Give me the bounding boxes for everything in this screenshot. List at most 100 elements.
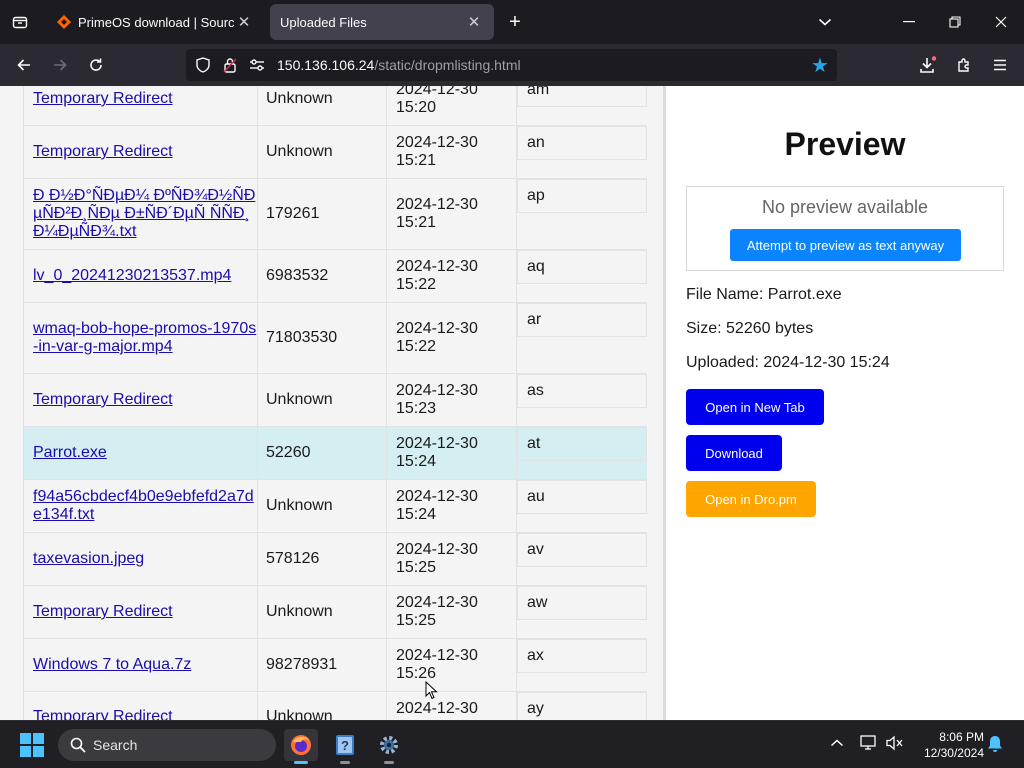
file-label: am [517,86,647,125]
new-tab-icon[interactable]: + [502,9,528,35]
table-row[interactable]: Temporary Redirect Unknown 2024-12-30 15:… [23,86,647,126]
insecure-lock-icon[interactable] [221,56,239,74]
downloads-icon[interactable] [913,50,943,80]
file-link[interactable]: Windows 7 to Aqua.7z [33,656,191,674]
permissions-icon[interactable] [248,56,266,74]
help-app-taskbar-icon[interactable]: ? [328,729,362,764]
network-icon[interactable] [860,735,878,754]
close-tab-icon[interactable]: ✕ [464,12,484,32]
chevron-up-icon[interactable] [830,735,844,751]
table-row[interactable]: f94a56cbdecf4b0e9ebfefd2a7de134f.txt Unk… [23,480,647,533]
time-text: 15:26 [396,665,437,682]
time-text: 15:22 [396,276,437,293]
table-row[interactable]: Temporary Redirect Unknown 2024-12-30 15:… [23,374,647,427]
bookmark-star-icon[interactable]: ★ [809,54,831,77]
label-box [517,86,647,107]
file-link[interactable]: taxevasion.jpeg [33,550,144,568]
open-new-tab-button[interactable]: Open in New Tab [686,389,824,425]
back-arrow-icon[interactable] [9,50,39,80]
search-placeholder: Search [93,737,138,753]
menu-icon[interactable] [985,50,1015,80]
table-row-selected[interactable]: Parrot.exe 52260 2024-12-30 15:24 at [23,427,647,480]
preview-heading: Preview [784,126,906,162]
file-size: 71803530 [258,303,387,373]
table-row[interactable]: Temporary Redirect Unknown 2024-12-30 15:… [23,126,647,179]
tab-primeos-sourceforge[interactable]: PrimeOS download | SourceForge ✕ [46,4,264,40]
time-text: 15:25 [396,612,437,629]
reload-icon[interactable] [81,50,111,80]
time-text: 15:23 [396,400,437,417]
close-tab-icon[interactable]: ✕ [234,12,254,32]
extensions-icon[interactable] [949,50,979,80]
upload-date-info: Uploaded: 2024-12-30 15:24 [686,354,890,371]
table-row[interactable]: Temporary Redirect Unknown 2024-12-30 ay [23,692,647,720]
file-link[interactable]: Temporary Redirect [33,143,173,161]
download-button[interactable]: Download [686,435,782,471]
date-text: 2024-12-30 [396,647,478,664]
file-link[interactable]: f94a56cbdecf4b0e9ebfefd2a7de134f.txt [33,488,257,524]
file-size: 52260 [258,427,387,479]
label-box [517,639,647,673]
mouse-cursor-icon [425,681,438,700]
minimize-icon[interactable] [886,0,932,44]
file-label: au [517,480,647,532]
preview-as-text-button[interactable]: Attempt to preview as text anyway [730,229,961,261]
date-text: 2024-12-30 [396,700,478,717]
file-link[interactable]: lv_0_20241230213537.mp4 [33,267,231,285]
table-row[interactable]: Windows 7 to Aqua.7z 98278931 2024-12-30… [23,639,647,692]
upload-date: 2024-12-30 15:24 [387,427,517,479]
settings-gear-taskbar-icon[interactable] [372,729,406,764]
file-link[interactable]: Parrot.exe [33,444,107,462]
taskbar-search-box[interactable]: Search [58,729,276,761]
table-row[interactable]: lv_0_20241230213537.mp4 6983532 2024-12-… [23,250,647,303]
table-row[interactable]: Temporary Redirect Unknown 2024-12-30 15:… [23,586,647,639]
file-label: ay [517,692,647,720]
volume-muted-icon[interactable] [886,735,904,754]
file-name-cell: lv_0_20241230213537.mp4 [23,250,258,302]
table-row[interactable]: wmaq-bob-hope-promos-1970s-in-var-g-majo… [23,303,647,374]
tab-manager-icon[interactable] [6,8,34,36]
firefox-taskbar-icon[interactable] [284,729,318,764]
file-link[interactable]: Ð Ð½Ð°ÑÐµÐ¼ ÐºÑÐ¾Ð½ÑÐµÑÐ²Ð¸ÑÐµ Ð±ÑÐ´ÐµÑ … [33,187,257,241]
forward-arrow-icon[interactable] [45,50,75,80]
file-label: ax [517,639,647,691]
clock-date: 12/30/2024 [923,746,984,760]
search-icon [68,735,88,755]
label-box [517,179,647,213]
chevron-down-icon[interactable] [812,9,838,35]
pane-divider[interactable] [663,86,666,720]
file-link[interactable]: Temporary Redirect [33,391,173,409]
url-text[interactable]: 150.136.106.24/static/dropmlisting.html [277,57,521,73]
file-link[interactable]: Temporary Redirect [33,603,173,621]
close-window-icon[interactable] [978,0,1024,44]
time-text: 15:20 [396,99,437,116]
file-link[interactable]: Temporary Redirect [33,708,173,720]
date-text: 2024-12-30 [396,382,478,399]
restore-icon[interactable] [932,0,978,44]
file-label: aw [517,586,647,638]
upload-date: 2024-12-30 15:23 [387,374,517,426]
file-name-cell: taxevasion.jpeg [23,533,258,585]
file-link[interactable]: wmaq-bob-hope-promos-1970s-in-var-g-majo… [33,320,257,356]
notification-bell-icon[interactable] [987,735,1005,753]
windows-start-icon[interactable] [20,733,44,757]
label-box [517,427,647,461]
file-list-pane[interactable]: Temporary Redirect Unknown 2024-12-30 15:… [0,86,663,720]
tab-uploaded-files[interactable]: Uploaded Files ✕ [270,4,494,40]
table-row[interactable]: Ð Ð½Ð°ÑÐµÐ¼ ÐºÑÐ¾Ð½ÑÐµÑÐ²Ð¸ÑÐµ Ð±ÑÐ´ÐµÑ … [23,179,647,250]
label-box [517,374,647,408]
table-row[interactable]: taxevasion.jpeg 578126 2024-12-30 15:25 a… [23,533,647,586]
navigation-toolbar: 150.136.106.24/static/dropmlisting.html … [0,44,1024,86]
time-text: 15:25 [396,559,437,576]
file-table: Temporary Redirect Unknown 2024-12-30 15:… [23,86,647,720]
label-box [517,250,647,284]
label-box [517,586,647,620]
open-dropm-button[interactable]: Open in Dro.pm [686,481,816,517]
shield-icon[interactable] [194,56,212,74]
system-clock[interactable]: 8:06 PM 12/30/2024 [918,729,984,761]
time-text: 15:24 [396,506,437,523]
address-bar[interactable]: 150.136.106.24/static/dropmlisting.html … [186,49,837,81]
url-path: /static/dropmlisting.html [374,57,521,73]
taskbar: Search ? 8:06 PM 12/30/2024 [0,720,1024,768]
file-link[interactable]: Temporary Redirect [33,90,173,108]
